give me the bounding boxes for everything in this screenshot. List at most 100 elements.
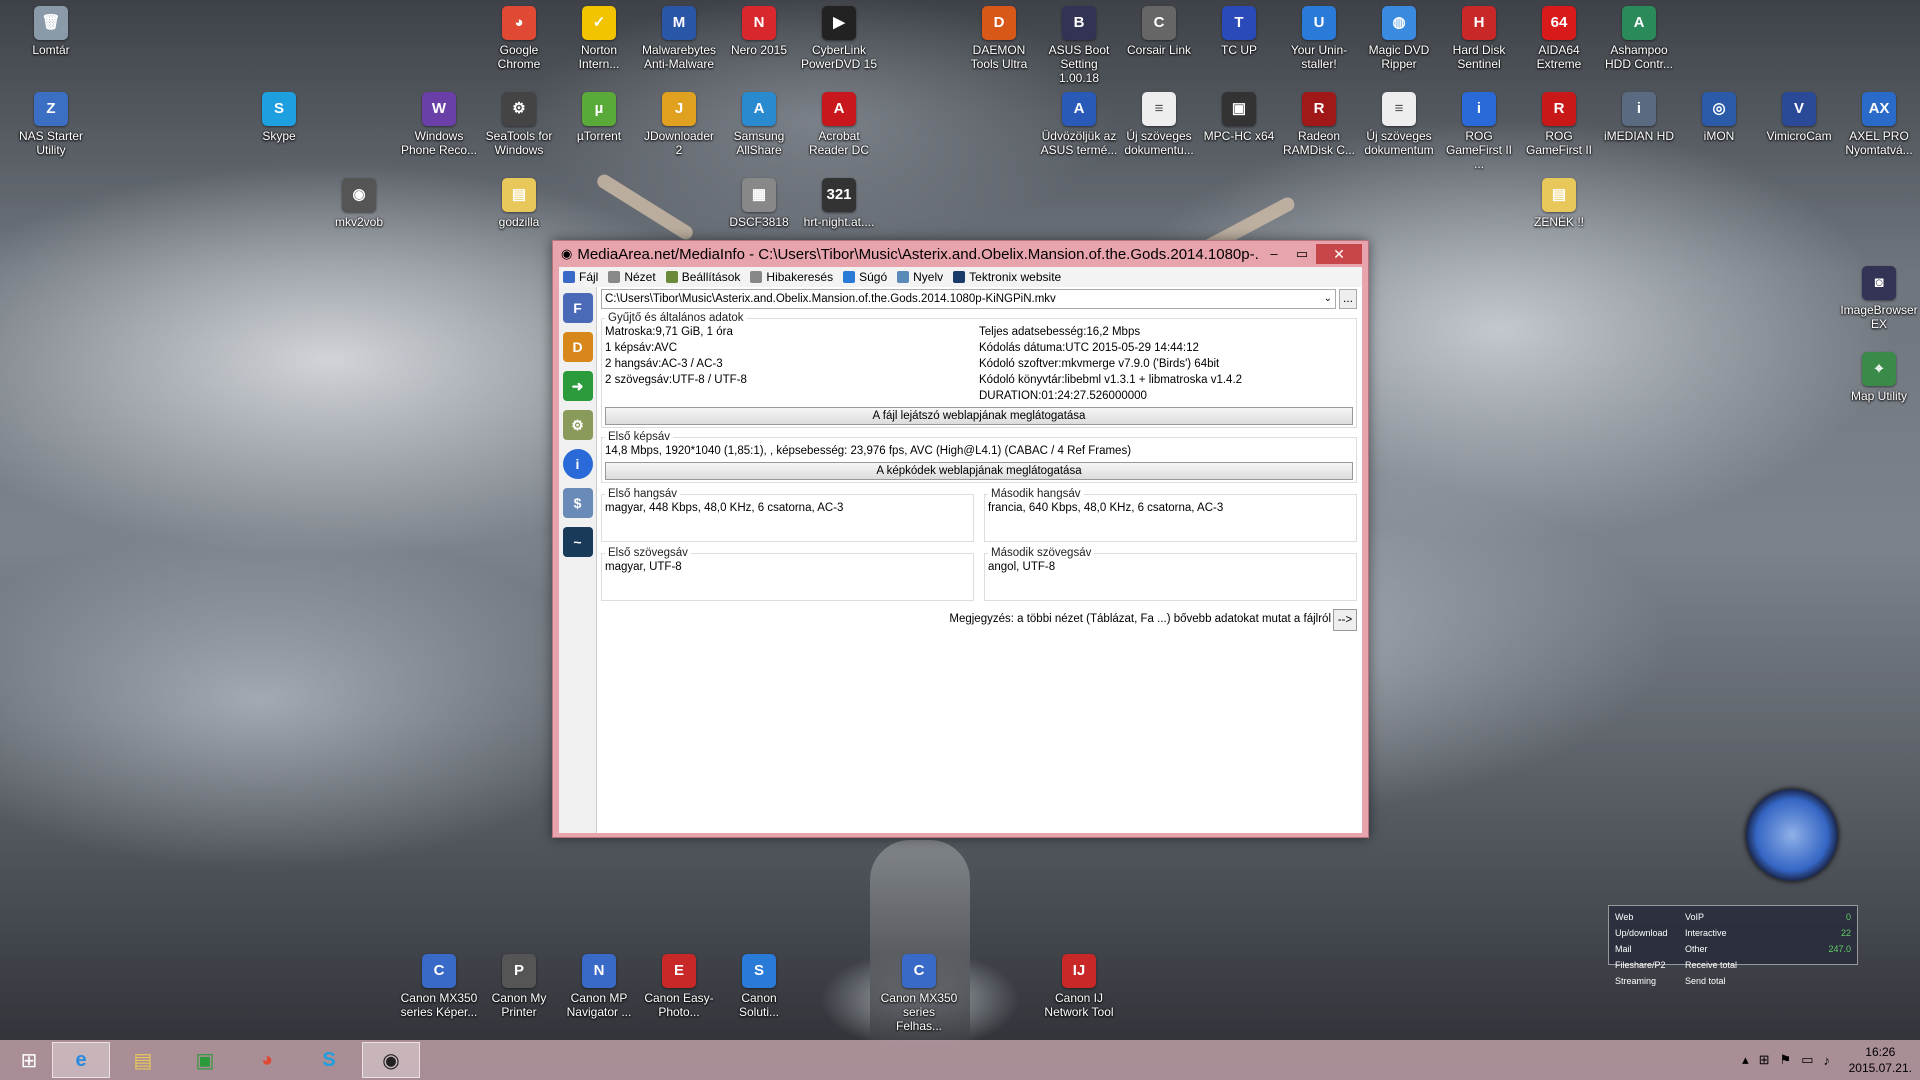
taskbar-mediainfo[interactable]: ◉ <box>362 1042 420 1078</box>
desktop-icon[interactable]: ◕ Google Chrome <box>480 6 558 71</box>
tray-network-icon[interactable]: ▭ <box>1801 1052 1813 1068</box>
start-button[interactable]: ⊞ <box>0 1042 58 1078</box>
desktop-icon[interactable]: M Malwarebytes Anti-Malware <box>640 6 718 71</box>
desktop-icon[interactable]: C Canon MX350 series Képer... <box>400 954 478 1019</box>
menu-item-icon <box>608 271 621 283</box>
desktop-icon[interactable]: i ROG GameFirst II ... <box>1440 92 1518 171</box>
mediainfo-window[interactable]: ◉ MediaArea.net/MediaInfo - C:\Users\Tib… <box>552 240 1369 838</box>
desktop-shortcut-icon: E <box>662 954 696 988</box>
desktop-icon[interactable]: N Nero 2015 <box>720 6 798 57</box>
general-legend: Gyűjtő és általános adatok <box>608 312 744 324</box>
menu-item[interactable]: Beállítások <box>665 270 740 284</box>
desktop-icon[interactable]: T TC UP <box>1200 6 1278 57</box>
sidebar-info-icon[interactable]: i <box>562 449 593 479</box>
desktop-icon-label: Radeon RAMDisk C... <box>1283 129 1355 157</box>
desktop-icon-label: Üdvözöljük az ASUS termé... <box>1040 129 1118 157</box>
desktop-icon[interactable]: IJ Canon IJ Network Tool <box>1040 954 1118 1019</box>
desktop-icon[interactable]: ▶ CyberLink PowerDVD 15 <box>800 6 878 71</box>
menu-item[interactable]: Nézet <box>608 270 656 284</box>
desktop-icon[interactable]: C Canon MX350 series Felhas... <box>880 954 958 1033</box>
desktop-icon[interactable]: A Üdvözöljük az ASUS termé... <box>1040 92 1118 157</box>
tray-flag-icon[interactable]: ⚑ <box>1780 1052 1792 1068</box>
desktop-icon-label: Canon IJ Network Tool <box>1044 991 1114 1019</box>
desktop-icon[interactable]: 64 AIDA64 Extreme <box>1520 6 1598 71</box>
sidebar-open-folder-icon[interactable]: D <box>562 332 593 362</box>
desktop-icon[interactable]: R ROG GameFirst II <box>1520 92 1598 157</box>
desktop-icon[interactable]: H Hard Disk Sentinel <box>1440 6 1518 71</box>
desktop-icon[interactable]: ⚙ SeaTools for Windows <box>480 92 558 157</box>
tray-windows-icon[interactable]: ⊞ <box>1759 1052 1770 1068</box>
windows-logo-icon: ⊞ <box>20 1049 38 1072</box>
close-button[interactable]: ✕ <box>1316 244 1362 264</box>
maximize-button[interactable]: ▭ <box>1288 244 1316 264</box>
desktop-icon[interactable]: P Canon My Printer <box>480 954 558 1019</box>
sidebar-donate-icon[interactable]: $ <box>562 488 593 518</box>
desktop-icon[interactable]: ▣ MPC-HC x64 <box>1200 92 1278 143</box>
taskbar-ie[interactable]: e <box>52 1042 110 1078</box>
sidebar-open-file-icon[interactable]: F <box>562 293 593 323</box>
desktop-icon[interactable]: S Canon Soluti... <box>720 954 798 1019</box>
desktop-icon[interactable]: V VimicroCam <box>1760 92 1838 143</box>
sidebar-tektronix-icon[interactable]: ~ <box>562 527 593 557</box>
desktop-icon[interactable]: ▤ ZENÉK !! <box>1520 178 1598 229</box>
desktop-icon[interactable]: ≡ Új szöveges dokumentu... <box>1120 92 1198 157</box>
desktop-icon[interactable]: B ASUS Boot Setting 1.00.18 <box>1040 6 1118 85</box>
desktop-icon[interactable]: ▤ godzilla <box>480 178 558 229</box>
taskbar-store[interactable]: ▣ <box>176 1042 234 1078</box>
desktop-icon[interactable]: 321 hrt-night.at.... <box>800 178 878 229</box>
sidebar-export-icon[interactable]: ➜ <box>562 371 593 401</box>
desktop-icon[interactable]: A Samsung AllShare <box>720 92 798 157</box>
desktop-icon[interactable]: i iMEDIAN HD <box>1600 92 1678 143</box>
sidebar-options-icon[interactable]: ⚙ <box>562 410 593 440</box>
desktop-icon[interactable]: ✓ Norton Intern... <box>560 6 638 71</box>
desktop-shortcut-icon: ◙ <box>1862 266 1896 300</box>
menu-item[interactable]: Nyelv <box>897 270 943 284</box>
browse-button[interactable]: ... <box>1339 289 1357 309</box>
desktop-icon[interactable]: Z NAS Starter Utility <box>12 92 90 157</box>
desktop-icon[interactable]: ◎ iMON <box>1680 92 1758 143</box>
desktop-icon[interactable]: N Canon MP Navigator ... <box>560 954 638 1019</box>
tray-chevron-up-icon[interactable]: ▴ <box>1742 1052 1749 1068</box>
other-views-button[interactable]: --> <box>1333 609 1357 631</box>
desktop-icon[interactable]: µ µTorrent <box>560 92 638 143</box>
taskbar-explorer[interactable]: ▤ <box>114 1042 172 1078</box>
desktop-icon[interactable]: ≡ Új szöveges dokumentum <box>1360 92 1438 157</box>
desktop-icon-label: hrt-night.at.... <box>803 215 875 229</box>
desktop-icon[interactable]: ▦ DSCF3818 <box>720 178 798 229</box>
title-bar[interactable]: ◉ MediaArea.net/MediaInfo - C:\Users\Tib… <box>553 241 1368 267</box>
chevron-down-icon[interactable]: ⌄ <box>1324 290 1332 308</box>
desktop-icon[interactable]: E Canon Easy-Photo... <box>640 954 718 1019</box>
taskbar-skype[interactable]: S <box>300 1042 358 1078</box>
visit-player-website-button[interactable]: A fájl lejátszó weblapjának meglátogatás… <box>605 407 1353 425</box>
desktop-icon[interactable]: ◉ mkv2vob <box>320 178 398 229</box>
menu-item[interactable]: Tektronix website <box>953 270 1061 284</box>
minimize-button[interactable]: – <box>1260 244 1288 264</box>
desktop-icon[interactable]: ⌖ Map Utility <box>1840 352 1918 403</box>
taskbar-clock[interactable]: 16:26 2015.07.21. <box>1849 1044 1912 1076</box>
desktop-icon[interactable]: S Skype <box>240 92 318 143</box>
desktop-icon[interactable]: 🗑 Lomtár <box>12 6 90 57</box>
desktop-icon[interactable]: ◍ Magic DVD Ripper <box>1360 6 1438 71</box>
desktop-icon-label: CyberLink PowerDVD 15 <box>800 43 878 71</box>
menu-item[interactable]: Súgó <box>843 270 887 284</box>
desktop-icon[interactable]: AX AXEL PRO Nyomtatvá... <box>1840 92 1918 157</box>
desktop-icon[interactable]: ◙ ImageBrowser EX <box>1840 266 1918 331</box>
desktop-icon[interactable]: A Ashampoo HDD Contr... <box>1600 6 1678 71</box>
view-sidebar: F D ➜ ⚙ i $ ~ <box>559 287 597 833</box>
desktop-icon[interactable]: C Corsair Link <box>1120 6 1198 57</box>
menu-item[interactable]: Hibakeresés <box>750 270 833 284</box>
desktop-icon[interactable]: R Radeon RAMDisk C... <box>1280 92 1358 157</box>
desktop-icon[interactable]: D DAEMON Tools Ultra <box>960 6 1038 71</box>
file-path-combo[interactable]: C:\Users\Tibor\Music\Asterix.and.Obelix.… <box>601 289 1336 309</box>
desktop-icon[interactable]: J JDownloader 2 <box>640 92 718 157</box>
volume-dial-gadget[interactable] <box>1746 789 1838 881</box>
meter-left-labels: Web Up/download Mail Fileshare/P2 Streaming <box>1615 909 1685 989</box>
desktop-icon-label: godzilla <box>498 215 540 229</box>
desktop-icon[interactable]: A Acrobat Reader DC <box>800 92 878 157</box>
menu-item[interactable]: Fájl <box>563 270 598 284</box>
desktop-icon[interactable]: W Windows Phone Reco... <box>400 92 478 157</box>
desktop-icon[interactable]: U Your Unin-staller! <box>1280 6 1358 71</box>
taskbar-chrome[interactable]: ◕ <box>238 1042 296 1078</box>
visit-codec-website-button[interactable]: A képkódek weblapjának meglátogatása <box>605 462 1353 480</box>
tray-volume-icon[interactable]: ♪ <box>1824 1053 1831 1068</box>
